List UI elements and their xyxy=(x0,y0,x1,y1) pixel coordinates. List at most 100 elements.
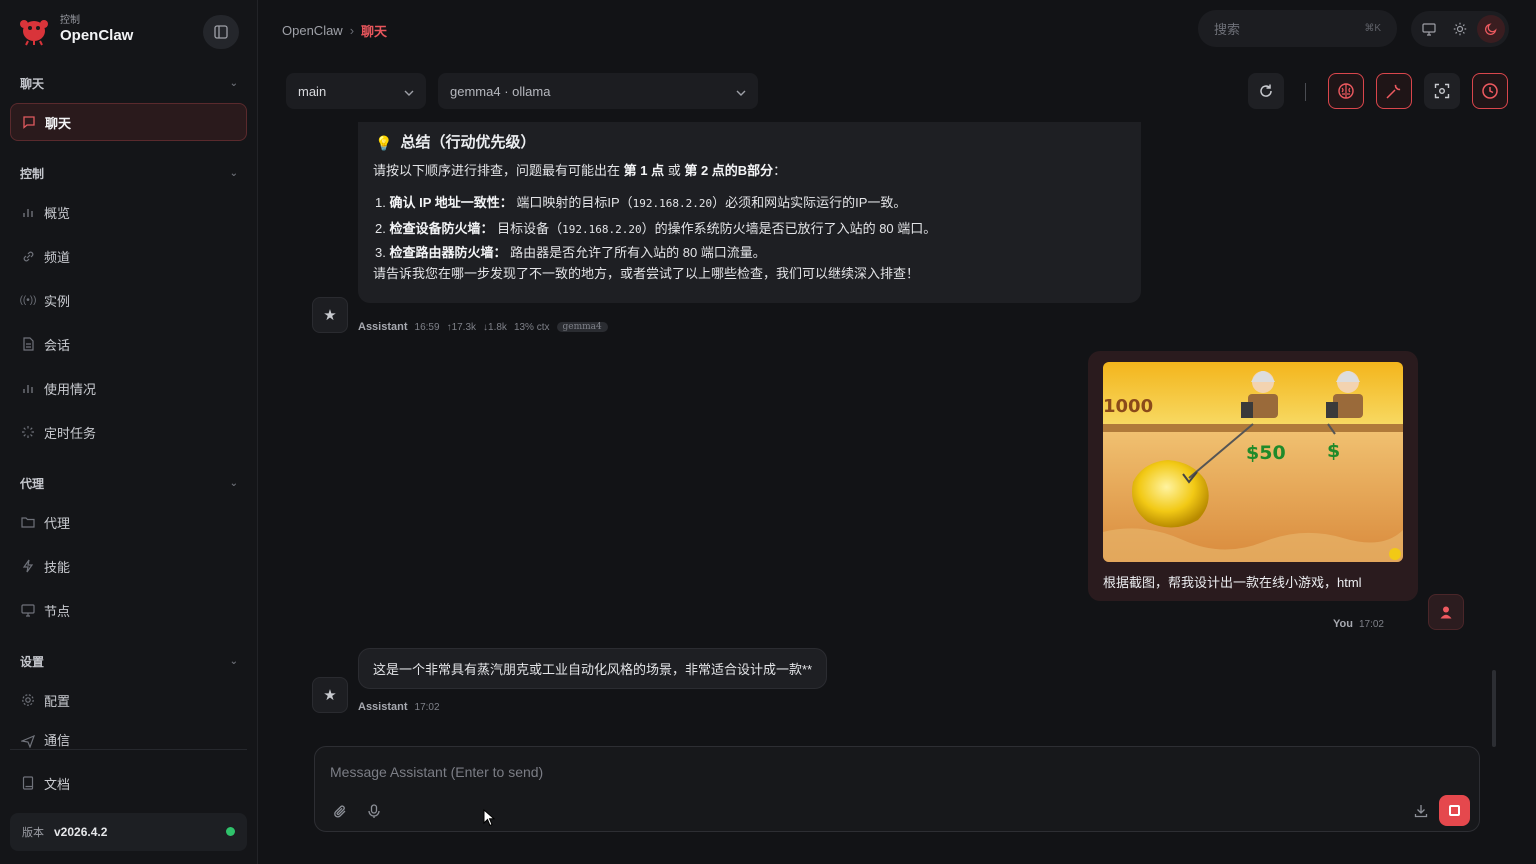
sun-icon xyxy=(1453,22,1467,36)
breadcrumb-current: 聊天 xyxy=(361,24,388,39)
summary-closing: 请告诉我您在哪一步发现了不一致的地方，或者尝试了以上哪些检查，我们可以继续深入排… xyxy=(373,266,920,281)
theme-dark-button[interactable] xyxy=(1476,15,1505,43)
refresh-icon xyxy=(1260,84,1272,97)
assistant-message-summary: 💡 总结（行动优先级） 请按以下顺序进行排查，问题最有可能出在 第 1 点 或 第… xyxy=(358,122,1141,303)
monitor-icon xyxy=(20,602,36,618)
sidebar-item-sessions[interactable]: 会话 xyxy=(10,325,247,363)
section-header-chat[interactable]: 聊天 ⌄ xyxy=(20,75,238,92)
bar-chart-icon xyxy=(20,380,36,396)
refresh-button[interactable] xyxy=(1248,73,1284,109)
stop-generation-button[interactable] xyxy=(1439,795,1470,826)
agent-select[interactable]: main xyxy=(286,73,426,109)
summary-heading: 💡 总结（行动优先级） xyxy=(375,132,1126,154)
focus-mode-button[interactable] xyxy=(1424,73,1460,109)
brand-name: OpenClaw xyxy=(60,27,134,44)
assistant-message-reply: 这是一个非常具有蒸汽朋克或工业自动化风格的场景，非常适合设计成一款** xyxy=(358,648,828,689)
list-text: ）的操作系统防火墙是否已放行了入站的 80 端口。 xyxy=(641,221,937,236)
voice-input-button[interactable] xyxy=(362,799,386,823)
agent-select-value: main xyxy=(298,83,327,99)
version-label: 版本 xyxy=(22,827,44,839)
sidebar-item-agents[interactable]: 代理 xyxy=(10,503,247,541)
export-button[interactable] xyxy=(1409,799,1433,823)
tokens-in: ↑17.3k xyxy=(446,321,477,333)
paperclip-icon xyxy=(333,804,345,818)
sidebar-item-label: 会话 xyxy=(44,337,71,353)
ip-code: 192.168.2.20 xyxy=(562,223,642,236)
summary-title: 总结（行动优先级） xyxy=(400,134,536,151)
sidebar-item-docs[interactable]: 文档 xyxy=(10,764,247,802)
composer-placeholder: Message Assistant (Enter to send) xyxy=(330,764,544,780)
folder-icon xyxy=(20,514,36,530)
sidebar-item-scheduled-tasks[interactable]: 定时任务 xyxy=(10,413,247,451)
message-time: 16:59 xyxy=(414,321,440,333)
user-message: 1000 $50 $ 根据截图，帮我设计出一款在线小游戏，html xyxy=(1088,351,1418,601)
model-select-value: gemma4 · ollama xyxy=(450,83,551,99)
message-time: 17:02 xyxy=(414,701,440,713)
theme-light-button[interactable] xyxy=(1446,15,1474,43)
section-header-settings[interactable]: 设置 ⌄ xyxy=(20,653,238,670)
status-dot xyxy=(226,827,235,836)
user-avatar xyxy=(1428,594,1464,630)
thinking-toggle-button[interactable] xyxy=(1328,73,1364,109)
tools-toggle-button[interactable] xyxy=(1376,73,1412,109)
sidebar-item-skills[interactable]: 技能 xyxy=(10,547,247,585)
bar-chart-icon xyxy=(20,204,36,220)
list-bold: 检查路由器防火墙： xyxy=(389,245,507,260)
chevron-down-icon: ⌄ xyxy=(229,168,238,179)
attach-button[interactable] xyxy=(328,799,352,823)
theme-switcher xyxy=(1411,11,1509,47)
wrench-icon xyxy=(1386,84,1401,99)
summary-intro: 请按以下顺序进行排查，问题最有可能出在 第 1 点 或 第 2 点的B部分： xyxy=(373,161,1126,181)
list-number: 3. xyxy=(375,245,386,260)
sidebar-item-config[interactable]: 配置 xyxy=(10,681,247,719)
toolbar-separator xyxy=(1305,83,1306,101)
breadcrumb-separator: › xyxy=(349,23,355,38)
section-header-control[interactable]: 控制 ⌄ xyxy=(20,165,238,182)
section-title: 控制 xyxy=(20,167,45,181)
sidebar-item-label: 通信 xyxy=(44,733,71,748)
section-header-agents[interactable]: 代理 ⌄ xyxy=(20,475,238,492)
section-title: 设置 xyxy=(20,655,45,669)
brain-icon xyxy=(1338,83,1354,99)
download-icon xyxy=(1414,805,1428,818)
lightning-icon xyxy=(20,558,36,574)
list-item: 1. 确认 IP 地址一致性： 端口映射的目标IP（192.168.2.20）必… xyxy=(375,190,1126,216)
history-button[interactable] xyxy=(1472,73,1508,109)
theme-system-button[interactable] xyxy=(1415,15,1443,43)
broadcast-icon: ((•)) xyxy=(19,294,37,306)
sidebar-collapse-button[interactable] xyxy=(203,15,239,49)
intro-text: 请按以下顺序进行排查，问题最有可能出在 xyxy=(373,163,624,178)
search-shortcut: ⌘K xyxy=(1364,23,1381,34)
message-meta: Assistant 16:59 ↑17.3k ↓1.8k 13% ctx gem… xyxy=(358,321,608,333)
model-select[interactable]: gemma4 · ollama xyxy=(438,73,758,109)
book-icon xyxy=(20,775,36,791)
ip-code: 192.168.2.20 xyxy=(632,197,713,210)
sidebar-item-nodes[interactable]: 节点 xyxy=(10,591,247,629)
brand[interactable]: 控制 OpenClaw xyxy=(18,14,133,46)
sidebar-item-usage[interactable]: 使用情况 xyxy=(10,369,247,407)
sidebar-item-label: 定时任务 xyxy=(44,425,97,441)
list-text: ）必须和网站实际运行的IP一致。 xyxy=(712,195,907,210)
intro-text: 或 xyxy=(664,163,685,178)
mouse-cursor-icon xyxy=(483,809,495,827)
sidebar-item-label: 配置 xyxy=(44,693,71,709)
attached-game-screenshot[interactable]: 1000 $50 $ xyxy=(1103,362,1403,562)
sidebar: 控制 OpenClaw 聊天 ⌄ 聊天 控制 ⌄ 概览 频道 ((•)) 实例 … xyxy=(0,0,258,864)
section-title: 聊天 xyxy=(20,77,45,91)
user-icon xyxy=(1440,606,1452,619)
loader-icon xyxy=(20,424,36,440)
sidebar-item-chat[interactable]: 聊天 xyxy=(10,103,247,141)
list-item: 3. 检查路由器防火墙： 路由器是否允许了所有入站的 80 端口流量。 xyxy=(375,242,1126,264)
star-icon: ★ xyxy=(323,687,337,704)
sidebar-item-channels[interactable]: 频道 xyxy=(10,237,247,275)
breadcrumb-root[interactable]: OpenClaw xyxy=(282,23,343,38)
search-input[interactable]: 搜索 ⌘K xyxy=(1198,10,1397,47)
sidebar-item-overview[interactable]: 概览 xyxy=(10,193,247,231)
message-time: 17:02 xyxy=(1358,619,1384,630)
moon-icon xyxy=(1484,23,1497,36)
sidebar-item-communication[interactable]: 通信 xyxy=(10,725,247,749)
sidebar-item-instances[interactable]: ((•)) 实例 xyxy=(10,281,247,319)
sidebar-item-label: 频道 xyxy=(44,249,71,265)
message-meta: Assistant 17:02 xyxy=(358,701,440,713)
chat-scrollbar[interactable] xyxy=(1492,670,1496,747)
